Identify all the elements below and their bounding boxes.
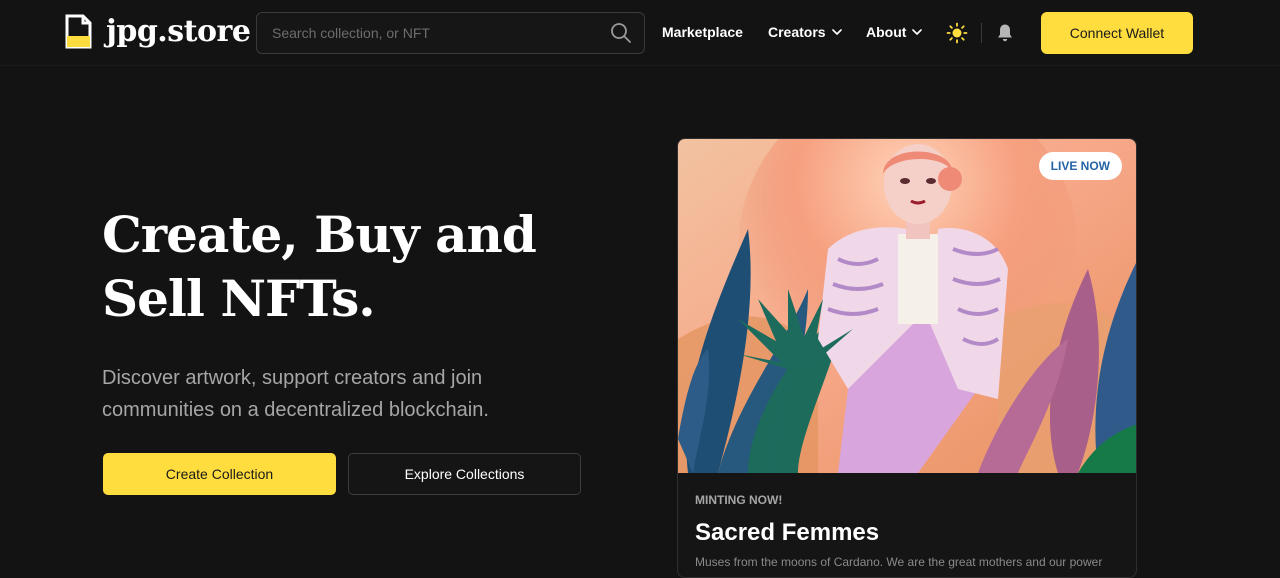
sun-icon[interactable] [946, 22, 968, 44]
featured-collection-description: Muses from the moons of Cardano. We are … [695, 555, 1103, 569]
nav-marketplace-label: Marketplace [662, 24, 743, 40]
connect-wallet-button[interactable]: Connect Wallet [1041, 12, 1193, 54]
hero-subtitle: Discover artwork, support creators and j… [102, 362, 572, 426]
hero-title-line-1: Create, Buy and [102, 205, 537, 264]
chevron-down-icon [831, 29, 842, 35]
hero-subtitle-line-2: communities on a decentralized blockchai… [102, 399, 489, 421]
featured-card-body: MINTING NOW! Sacred Femmes Muses from th… [695, 493, 1125, 569]
explore-collections-button[interactable]: Explore Collections [348, 453, 581, 495]
featured-collection-card[interactable]: LIVE NOW MINTING NOW! Sacred Femmes Muse… [677, 138, 1137, 578]
brand-name: jpg.store [106, 14, 251, 49]
nav-about-label: About [866, 24, 907, 40]
nav-creators-label: Creators [768, 24, 826, 40]
brand-logo[interactable]: jpg.store [64, 14, 251, 49]
minting-label: MINTING NOW! [695, 493, 783, 507]
bell-icon[interactable] [996, 23, 1014, 43]
search-input[interactable] [272, 25, 610, 41]
create-collection-button[interactable]: Create Collection [103, 453, 336, 495]
search-bar[interactable] [256, 12, 645, 54]
nav-divider [981, 23, 982, 43]
nav-about[interactable]: About [866, 24, 923, 40]
nav-creators[interactable]: Creators [768, 24, 842, 40]
featured-artwork-image [678, 139, 1136, 473]
search-icon[interactable] [610, 22, 632, 44]
live-now-badge: LIVE NOW [1038, 152, 1122, 180]
top-navbar: jpg.store Marketplace Creators About [0, 0, 1280, 66]
hero-title: Create, Buy and Sell NFTs. [102, 203, 602, 331]
chevron-down-icon [912, 29, 923, 35]
logo-icon [65, 14, 92, 49]
hero-title-line-2: Sell NFTs. [102, 269, 376, 328]
hero-subtitle-line-1: Discover artwork, support creators and j… [102, 367, 483, 389]
nav-marketplace[interactable]: Marketplace [662, 24, 743, 40]
featured-collection-title[interactable]: Sacred Femmes [695, 519, 1125, 547]
